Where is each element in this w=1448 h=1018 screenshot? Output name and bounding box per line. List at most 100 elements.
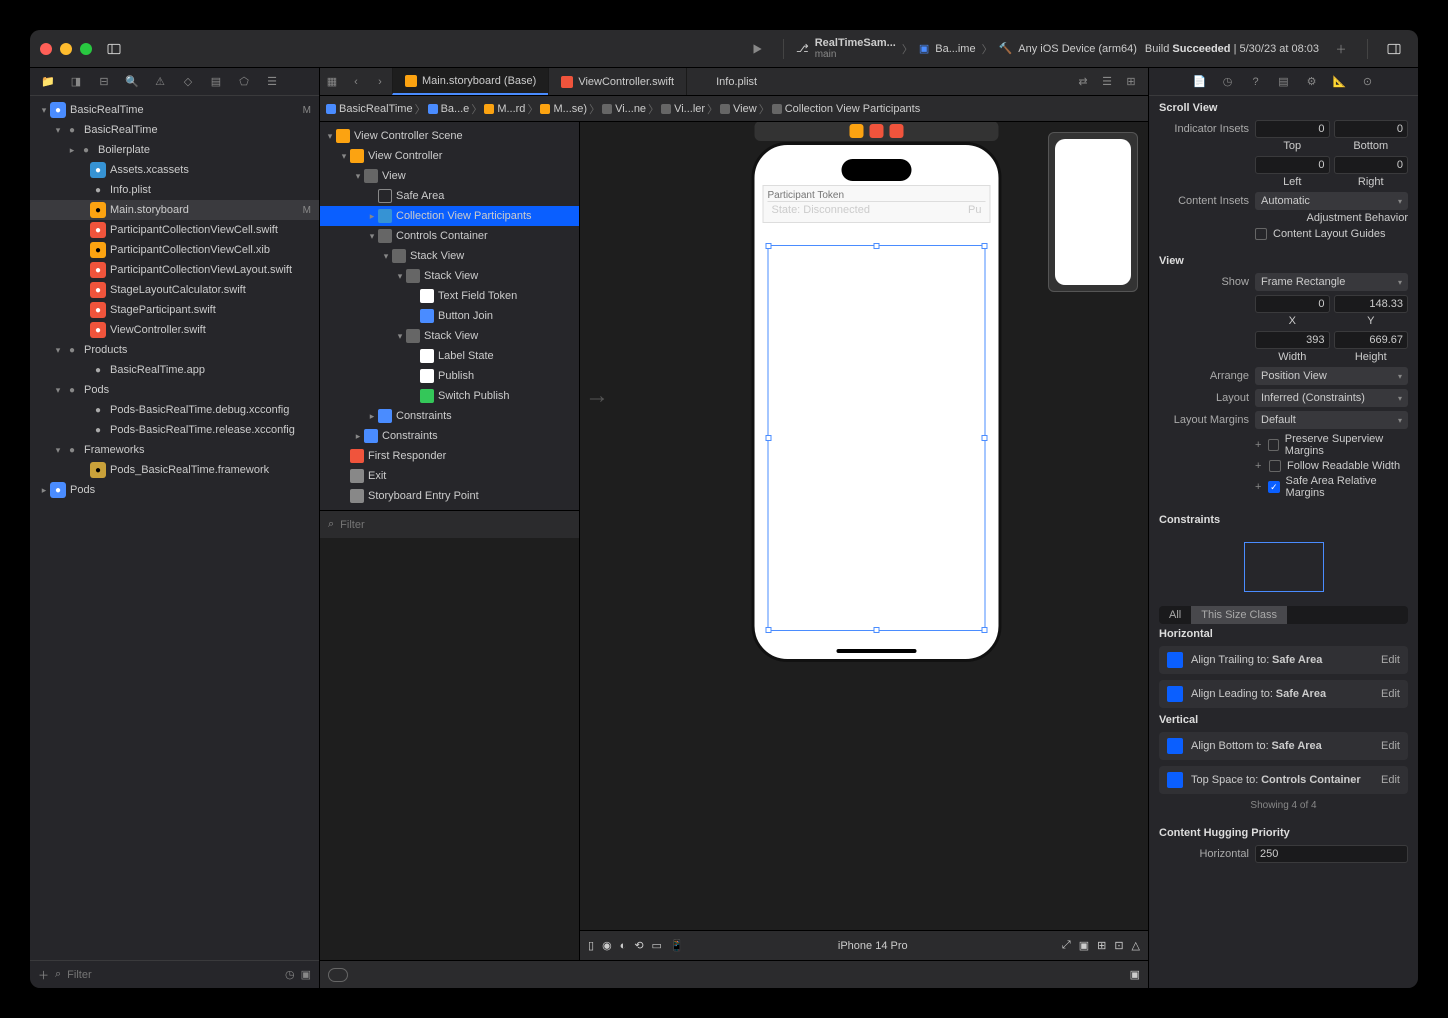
outline-item[interactable]: Safe Area [320,186,579,206]
issue-navigator-icon[interactable]: ⚠ [150,72,170,92]
minimap[interactable] [1048,132,1138,292]
interface-builder-canvas[interactable]: → State: Disconnected Pu [580,122,1148,960]
edit-button[interactable]: Edit [1381,654,1400,666]
identity-inspector-icon[interactable]: ▤ [1275,75,1293,88]
nav-item[interactable]: ●ParticipantCollectionViewCell.swift [30,220,319,240]
debug-toggle-icon[interactable] [328,968,348,982]
zoom-fit-icon[interactable]: ⤢ [1062,939,1071,952]
outline-toggle-icon[interactable]: ▯ [588,939,594,952]
outline-item[interactable]: ▾Stack View [320,326,579,346]
edit-button[interactable]: Edit [1381,688,1400,700]
inset-top-field[interactable]: 0 [1255,120,1330,138]
outline-item[interactable]: Button Join [320,306,579,326]
add-button[interactable]: ＋ [1327,37,1355,61]
device-icon[interactable]: ▭ [652,939,662,952]
outline-item[interactable]: ▾View [320,166,579,186]
nav-item[interactable]: ●Assets.xcassets [30,160,319,180]
layout-guides-checkbox[interactable] [1255,228,1267,240]
size-class-segment[interactable]: AllThis Size Class [1159,606,1408,624]
zoom-window[interactable] [80,43,92,55]
scheme-selector[interactable]: ⎇ RealTimeSam... main 〉 ▣ Ba...ime 〉 🔨 A… [796,37,1137,60]
adjust-icon[interactable]: ◉ [602,939,612,952]
jump-item[interactable]: BasicRealTime [326,103,413,115]
jump-item[interactable]: Vi...ne [602,103,646,115]
outline-item[interactable]: ▾Controls Container [320,226,579,246]
device-name[interactable]: iPhone 14 Pro [838,940,908,952]
back-icon[interactable]: ‹ [344,76,368,88]
outline-item[interactable]: ▸Constraints [320,426,579,446]
source-control-navigator-icon[interactable]: ◨ [66,72,86,92]
outline-item[interactable]: First Responder [320,446,579,466]
constraint-row[interactable]: Align Trailing to: Safe AreaEdit [1159,646,1408,674]
tab-grid-icon[interactable]: ▦ [320,75,344,88]
help-inspector-icon[interactable]: ? [1247,76,1265,88]
content-insets-select[interactable]: Automatic [1255,192,1408,210]
inset-left-field[interactable]: 0 [1255,156,1330,174]
test-navigator-icon[interactable]: ◇ [178,72,198,92]
nav-item[interactable]: ●ParticipantCollectionViewLayout.swift [30,260,319,280]
editor-tab[interactable]: Info.plist [686,68,769,95]
jump-item[interactable]: View [720,103,757,115]
outline-item[interactable]: ▸Constraints [320,406,579,426]
outline-item[interactable]: ▾Stack View [320,246,579,266]
file-inspector-icon[interactable]: 📄 [1191,75,1209,88]
nav-item[interactable]: ▸●Boilerplate [30,140,319,160]
connections-inspector-icon[interactable]: ⊙ [1359,75,1377,88]
hugging-horizontal-field[interactable]: 250 [1255,845,1408,863]
jump-item[interactable]: M...rd [484,103,525,115]
y-field[interactable]: 148.33 [1334,295,1409,313]
scene-toolbar[interactable] [755,122,999,141]
edit-button[interactable]: Edit [1381,774,1400,786]
constraint-row[interactable]: Top Space to: Controls ContainerEdit [1159,766,1408,794]
nav-item[interactable]: ▾●Pods [30,380,319,400]
constraint-row[interactable]: Align Bottom to: Safe AreaEdit [1159,732,1408,760]
align-icon[interactable]: ⊞ [1097,939,1106,952]
nav-item[interactable]: ▾●BasicRealTimeM [30,100,319,120]
debug-navigator-icon[interactable]: ▤ [206,72,226,92]
size-inspector-icon[interactable]: 📐 [1331,75,1349,88]
nav-item[interactable]: ●ParticipantCollectionViewCell.xib [30,240,319,260]
console-icon[interactable]: ▣ [1130,968,1140,981]
nav-item[interactable]: ▾●Frameworks [30,440,319,460]
jump-bar[interactable]: BasicRealTime〉Ba...e〉M...rd〉M...se)〉Vi..… [320,96,1148,122]
safearea-margins-checkbox[interactable]: ✓ [1268,481,1279,493]
nav-item[interactable]: ●Main.storyboardM [30,200,319,220]
outline-item[interactable]: ▾View Controller [320,146,579,166]
variants-icon[interactable]: ◐ [620,940,627,952]
resolve-icon[interactable]: △ [1132,939,1140,952]
attributes-inspector-icon[interactable]: ⚙ [1303,75,1321,88]
editor-tab[interactable]: Main.storyboard (Base) [392,68,548,95]
width-field[interactable]: 393 [1255,331,1330,349]
margins-select[interactable]: Default [1255,411,1408,429]
layout-select[interactable]: Inferred (Constraints) [1255,389,1408,407]
add-file-icon[interactable]: ＋ [38,967,49,983]
close-window[interactable] [40,43,52,55]
arrange-select[interactable]: Position View [1255,367,1408,385]
outline-item[interactable]: Publish [320,366,579,386]
nav-item[interactable]: ▾●Products [30,340,319,360]
inset-right-field[interactable]: 0 [1334,156,1409,174]
nav-item[interactable]: ●ViewController.swift [30,320,319,340]
x-field[interactable]: 0 [1255,295,1330,313]
nav-item[interactable]: ▾●BasicRealTime [30,120,319,140]
add-editor-icon[interactable]: ⊞ [1122,75,1140,88]
outline-item[interactable]: Switch Publish [320,386,579,406]
outline-filter-input[interactable] [340,519,571,531]
jump-item[interactable]: Collection View Participants [772,103,921,115]
token-textfield[interactable] [768,190,986,201]
history-inspector-icon[interactable]: ◷ [1219,75,1237,88]
find-navigator-icon[interactable]: 🔍 [122,72,142,92]
outline-item[interactable]: ▾Stack View [320,266,579,286]
nav-item[interactable]: ●StageLayoutCalculator.swift [30,280,319,300]
orientation-icon[interactable]: ⟲ [634,939,643,952]
outline-item[interactable]: Exit [320,466,579,486]
preserve-margins-checkbox[interactable] [1268,439,1279,451]
filter-input[interactable] [67,969,279,981]
readable-width-checkbox[interactable] [1269,460,1281,472]
clock-icon[interactable]: ◷ [285,968,295,981]
outline-item[interactable]: Storyboard Entry Point [320,486,579,506]
project-navigator-icon[interactable]: 📁 [38,72,58,92]
outline-item[interactable]: ▾View Controller Scene [320,126,579,146]
jump-item[interactable]: Ba...e [428,103,470,115]
nav-item[interactable]: ●StageParticipant.swift [30,300,319,320]
